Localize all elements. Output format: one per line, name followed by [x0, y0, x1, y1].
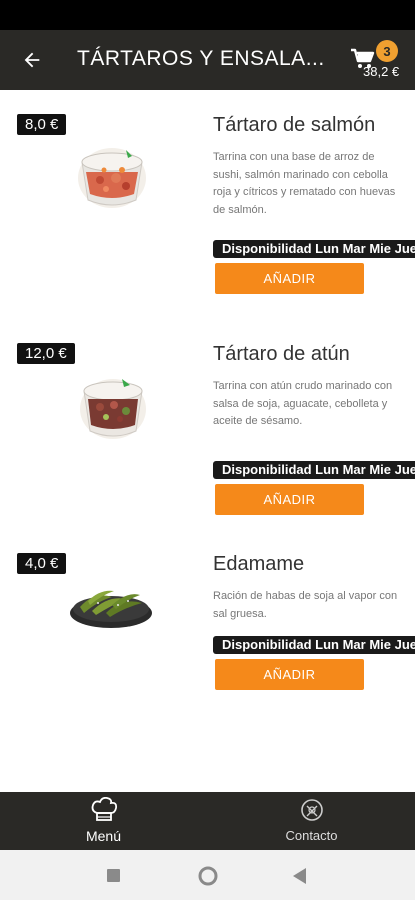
cart-button[interactable]: 3 38,2 € [350, 40, 412, 82]
product-name: Tártaro de salmón [213, 114, 376, 136]
triangle-back-icon [293, 868, 306, 884]
add-button[interactable]: AÑADIR [215, 659, 364, 690]
add-button[interactable]: AÑADIR [215, 484, 364, 515]
cart-total: 38,2 € [363, 64, 400, 79]
nav-item-menu[interactable]: Menú [0, 792, 207, 850]
product-item: 12,0 € Tártaro de atún Tarrina con atún … [0, 343, 415, 543]
product-item: 8,0 € Tártaro de salmón Tarrina con una … [0, 114, 415, 314]
product-description: Tarrina con una base de arroz de sushi, … [213, 151, 396, 216]
nav-item-contact[interactable]: Contacto [208, 792, 415, 850]
price-tag: 8,0 € [17, 114, 67, 135]
product-description: Ración de habas de soja al vapor con sal… [213, 590, 398, 620]
price-tag: 12,0 € [17, 343, 75, 364]
contact-icon [300, 799, 323, 821]
product-image-salmon-tartare[interactable] [76, 142, 148, 217]
back-nav-button[interactable] [293, 868, 307, 889]
home-button[interactable] [198, 866, 218, 891]
nav-label-menu: Menú [85, 828, 122, 844]
bottom-navigation: Menú Contacto [0, 792, 415, 850]
product-description: Tarrina con atún crudo marinado con sals… [213, 380, 393, 427]
product-image-tuna-tartare[interactable] [78, 373, 148, 448]
availability-label: Disponibilidad Lun Mar Mie Jue Vie Sab D… [213, 240, 415, 258]
nav-label-contact: Contacto [285, 828, 338, 843]
page-title: TÁRTAROS Y ENSALA... [77, 47, 325, 70]
system-navigation-bar [0, 850, 415, 900]
product-name: Tártaro de atún [213, 343, 350, 365]
product-name: Edamame [213, 553, 305, 575]
availability-label: Disponibilidad Lun Mar Mie Jue Vie Sab D… [213, 461, 415, 479]
circle-icon [198, 866, 218, 886]
product-image-edamame[interactable] [68, 585, 154, 636]
back-button[interactable] [18, 46, 46, 74]
app-bar: TÁRTAROS Y ENSALA... 3 38,2 € [0, 30, 415, 90]
cart-count-badge: 3 [376, 40, 398, 62]
product-list[interactable]: 8,0 € Tártaro de salmón Tarrina con una … [0, 90, 415, 792]
product-item: 4,0 € Edamame Ración de habas de soja al… [0, 553, 415, 753]
status-bar [0, 0, 415, 30]
arrow-left-icon [24, 52, 40, 68]
chef-hat-icon [91, 797, 117, 821]
availability-label: Disponibilidad Lun Mar Mie Jue Vie Sab D… [213, 636, 415, 654]
recents-button[interactable] [107, 869, 120, 887]
square-icon [107, 869, 120, 882]
add-button[interactable]: AÑADIR [215, 263, 364, 294]
price-tag: 4,0 € [17, 553, 67, 574]
